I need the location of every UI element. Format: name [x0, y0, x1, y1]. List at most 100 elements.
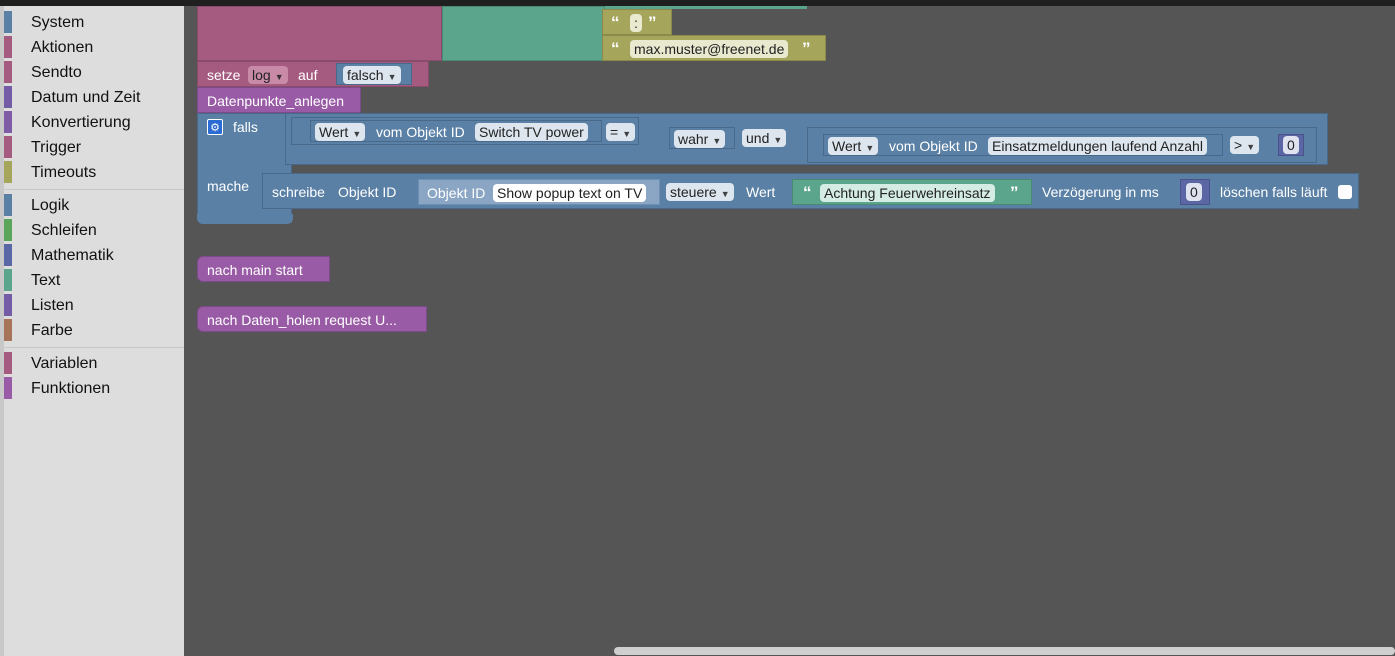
write-state-block[interactable]: schreibe Objekt ID Objekt ID Show popup …	[262, 173, 1359, 209]
open-quote-icon: “	[611, 39, 620, 58]
text-block-email[interactable]: “ max.muster@freenet.de ”	[602, 35, 826, 61]
toolbox-category-trigger[interactable]: Trigger	[4, 135, 184, 160]
dropdown-arrow-icon: ▼	[274, 72, 284, 82]
delay-number-block[interactable]: 0	[1180, 179, 1210, 205]
dropdown-arrow-icon: ▼	[352, 129, 362, 139]
operator-dropdown-1[interactable]: = ▼	[606, 123, 636, 141]
get-value-block-1[interactable]: Wert ▼ vom Objekt ID Switch TV power	[310, 120, 602, 142]
toolbox-category-schleifen[interactable]: Schleifen	[4, 218, 184, 243]
dropdown-arrow-icon: ▼	[622, 129, 632, 139]
open-quote-icon: “	[611, 13, 620, 32]
category-label: Text	[31, 272, 61, 289]
close-quote-icon: ”	[802, 39, 811, 58]
number-block[interactable]: 0	[1278, 134, 1304, 156]
clear-label: löschen falls läuft	[1220, 184, 1328, 200]
object-id-inner-label: Objekt ID	[427, 185, 486, 201]
category-label: Farbe	[31, 322, 73, 339]
text-field-email[interactable]: max.muster@freenet.de	[630, 40, 789, 58]
setze-label: setze	[207, 67, 241, 83]
category-label: Schleifen	[31, 222, 97, 239]
toolbox-category-konvertierung[interactable]: Konvertierung	[4, 110, 184, 135]
object-id-block[interactable]: Objekt ID Show popup text on TV	[418, 179, 660, 205]
and-dropdown[interactable]: und ▼	[742, 129, 787, 147]
toolbox-separator	[4, 347, 184, 348]
delay-number-field[interactable]: 0	[1186, 183, 1202, 201]
call-main-block[interactable]: nach main start	[197, 256, 330, 282]
logic-boolean-block-wahr[interactable]: wahr ▼	[669, 127, 735, 149]
wert-label: Wert	[746, 184, 776, 200]
category-label: Funktionen	[31, 380, 111, 397]
get-value-block-2[interactable]: Wert ▼ vom Objekt ID Einsatzmeldungen lau…	[823, 134, 1223, 156]
boolean-dropdown[interactable]: falsch ▼	[343, 66, 401, 84]
category-label: Mathematik	[31, 247, 114, 264]
toolbox-separator	[4, 189, 184, 190]
property-dropdown-1[interactable]: Wert ▼	[315, 123, 366, 141]
dropdown-arrow-icon: ▼	[387, 72, 397, 82]
number-field[interactable]: 0	[1283, 136, 1299, 154]
auf-label: auf	[298, 67, 318, 83]
compare-block-1[interactable]: Wert ▼ vom Objekt ID Switch TV power = ▼	[291, 117, 639, 145]
toolbox-category-variablen[interactable]: Variablen	[4, 351, 184, 376]
schreibe-label: schreibe	[272, 184, 325, 200]
toolbox-category-datum-und-zeit[interactable]: Datum und Zeit	[4, 85, 184, 110]
steuere-dropdown[interactable]: steuere ▼	[666, 183, 734, 201]
mache-label: mache	[207, 178, 250, 194]
close-quote-icon: ”	[648, 13, 657, 32]
toolbox-category-timeouts[interactable]: Timeouts	[4, 160, 184, 185]
category-label: Sendto	[31, 64, 82, 81]
toolbox-category-farbe[interactable]: Farbe	[4, 318, 184, 343]
variable-block-partial[interactable]	[197, 6, 442, 61]
variable-dropdown[interactable]: log ▼	[248, 66, 288, 84]
dropdown-arrow-icon: ▼	[712, 136, 722, 146]
logic-boolean-block[interactable]: falsch ▼	[336, 63, 412, 85]
category-label: Konvertierung	[31, 114, 131, 131]
text-block-achtung[interactable]: “ Achtung Feuerwehreinsatz ”	[792, 179, 1032, 205]
toolbox-category-listen[interactable]: Listen	[4, 293, 184, 318]
category-label: Logik	[31, 197, 70, 214]
dropdown-arrow-icon: ▼	[865, 143, 875, 153]
object-id-field-2[interactable]: Einsatzmeldungen laufend Anzahl	[988, 137, 1207, 155]
toolbox-category-logik[interactable]: Logik	[4, 193, 184, 218]
object-id-field-1[interactable]: Switch TV power	[475, 123, 588, 141]
text-block-colon[interactable]: “ : ”	[602, 9, 672, 35]
category-color-bar	[4, 136, 12, 158]
vom-objekt-label-2: vom Objekt ID	[889, 138, 978, 154]
delay-label: Verzögerung in ms	[1042, 184, 1159, 200]
property-dropdown-2[interactable]: Wert ▼	[828, 137, 879, 155]
toolbox-category-mathematik[interactable]: Mathematik	[4, 243, 184, 268]
category-color-bar	[4, 219, 12, 241]
category-color-bar	[4, 161, 12, 183]
call-daten-block[interactable]: nach Daten_holen request U...	[197, 306, 427, 332]
toolbox-category-system[interactable]: System	[4, 10, 184, 35]
operator-dropdown-2[interactable]: > ▼	[1230, 136, 1260, 154]
text-field-achtung[interactable]: Achtung Feuerwehreinsatz	[820, 184, 995, 202]
gear-icon[interactable]: ⚙	[207, 119, 223, 135]
toolbox-category-funktionen[interactable]: Funktionen	[4, 376, 184, 401]
category-label: System	[31, 14, 85, 31]
falls-label: falls	[233, 119, 258, 135]
toolbox-category-sendto[interactable]: Sendto	[4, 60, 184, 85]
horizontal-scrollbar[interactable]	[614, 647, 1395, 655]
blockly-workspace[interactable]: “ : ” “ max.muster@freenet.de ” setze lo…	[184, 6, 1395, 656]
category-color-bar	[4, 194, 12, 216]
category-label: Timeouts	[31, 164, 97, 181]
compare-block-2[interactable]: Wert ▼ vom Objekt ID Einsatzmeldungen lau…	[807, 127, 1317, 163]
category-color-bar	[4, 36, 12, 58]
function-call-block[interactable]: Datenpunkte_anlegen	[197, 87, 361, 113]
object-id-field-write[interactable]: Show popup text on TV	[493, 184, 647, 202]
category-color-bar	[4, 11, 12, 33]
clear-checkbox[interactable]	[1338, 185, 1352, 199]
text-block-partial[interactable]	[442, 6, 605, 61]
if-block-cap	[197, 214, 293, 224]
blockly-toolbox: System Aktionen Sendto Datum und Zeit Konver…	[0, 6, 184, 656]
boolean-dropdown-wahr[interactable]: wahr ▼	[674, 130, 726, 148]
category-color-bar	[4, 86, 12, 108]
toolbox-category-aktionen[interactable]: Aktionen	[4, 35, 184, 60]
category-label: Aktionen	[31, 39, 94, 56]
category-color-bar	[4, 244, 12, 266]
dropdown-arrow-icon: ▼	[720, 189, 730, 199]
dropdown-arrow-icon: ▼	[1246, 142, 1256, 152]
category-color-bar	[4, 377, 12, 399]
toolbox-category-text[interactable]: Text	[4, 268, 184, 293]
text-field-colon[interactable]: :	[630, 14, 642, 32]
